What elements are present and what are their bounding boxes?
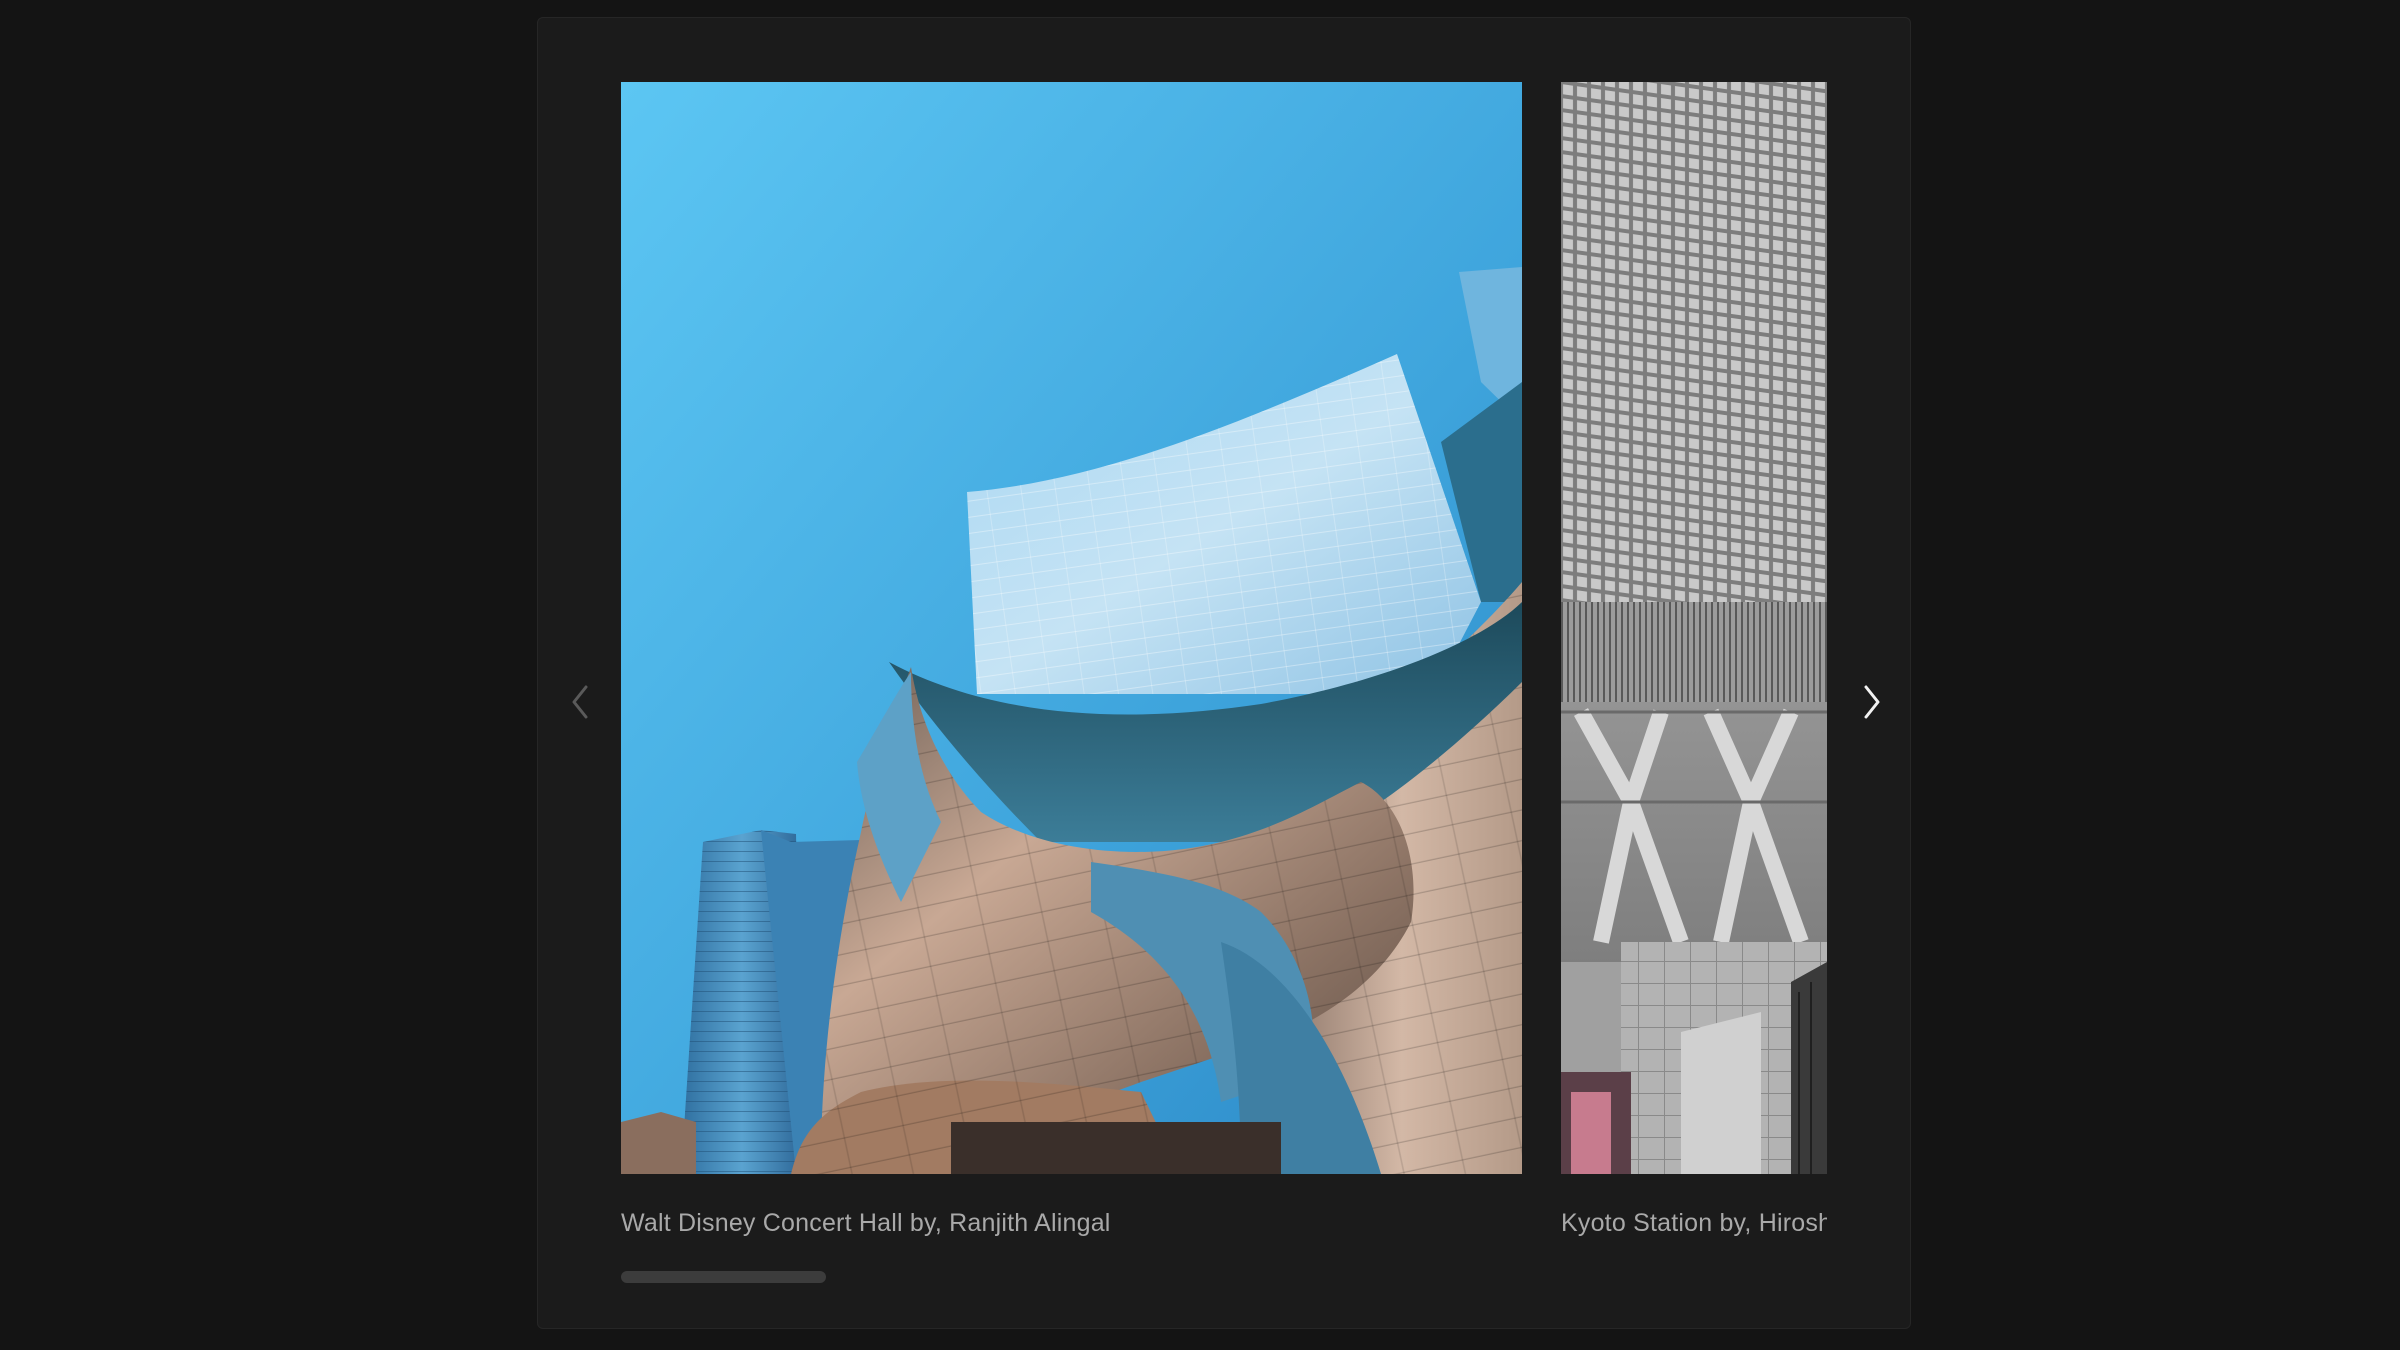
slide-caption: Kyoto Station by, Hiroshi Tsubono bbox=[1561, 1209, 1827, 1237]
kyoto-station-photo[interactable] bbox=[1561, 82, 1827, 1174]
carousel-progress-fill bbox=[621, 1271, 827, 1283]
chevron-left-icon bbox=[572, 685, 588, 719]
carousel-progress-bar bbox=[621, 1271, 1827, 1283]
next-button[interactable] bbox=[1850, 674, 1894, 730]
slide-caption: Walt Disney Concert Hall by, Ranjith Ali… bbox=[621, 1209, 1111, 1237]
walt-disney-concert-hall-photo[interactable] bbox=[621, 82, 1522, 1174]
previous-button[interactable] bbox=[558, 674, 602, 730]
carousel-slide[interactable]: Walt Disney Concert Hall by, Ranjith Ali… bbox=[621, 82, 1522, 1262]
carousel-panel: Walt Disney Concert Hall by, Ranjith Ali… bbox=[537, 17, 1911, 1329]
carousel-viewport[interactable]: Walt Disney Concert Hall by, Ranjith Ali… bbox=[621, 82, 1827, 1262]
carousel-slide[interactable]: Kyoto Station by, Hiroshi Tsubono bbox=[1561, 82, 1827, 1262]
chevron-right-icon bbox=[1864, 685, 1880, 719]
